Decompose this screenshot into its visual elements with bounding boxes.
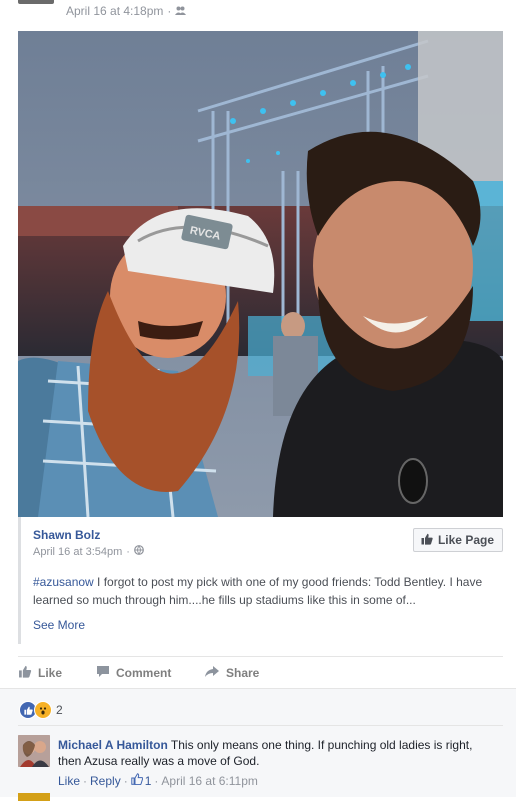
shared-post: Shawn Bolz April 16 at 3:54pm · Like Pag… (18, 517, 503, 644)
comment-reply-link[interactable]: Reply (90, 774, 121, 788)
comment-actions: Like · Reply · 1 · April 16 at 6:11pm (58, 773, 258, 788)
globe-icon (134, 545, 144, 558)
reaction-count: 2 (56, 703, 63, 717)
poster-avatar[interactable] (18, 0, 54, 4)
shared-author-link[interactable]: Shawn Bolz (33, 528, 100, 542)
next-commenter-avatar[interactable] (18, 793, 50, 801)
commenter-name-link[interactable]: Michael A Hamilton (58, 738, 168, 752)
like-page-label: Like Page (437, 533, 494, 547)
shared-photo[interactable]: RVCA (18, 31, 503, 517)
share-button[interactable]: Share (204, 664, 259, 682)
comment-icon (96, 665, 110, 681)
post-timestamp[interactable]: April 16 at 4:18pm (66, 4, 163, 18)
see-more-link[interactable]: See More (33, 618, 85, 632)
share-icon (204, 665, 220, 681)
comment-body: Michael A Hamilton This only means one t… (58, 737, 498, 769)
comment-like-link[interactable]: Like (58, 774, 80, 788)
comment-timestamp[interactable]: April 16 at 6:11pm (161, 774, 258, 788)
reactions-summary[interactable]: 2 (19, 701, 63, 719)
like-button[interactable]: Like (18, 664, 96, 682)
friends-icon[interactable] (175, 4, 187, 18)
like-page-button[interactable]: Like Page (412, 528, 503, 552)
comment-like-count[interactable]: 1 (131, 773, 151, 788)
thumbs-up-icon (421, 533, 433, 548)
shared-timestamp[interactable]: April 16 at 3:54pm (33, 546, 122, 558)
hashtag-link[interactable]: #azusanow (33, 575, 94, 589)
comments-section: 2 Michael A Hamilton This only means one… (0, 688, 516, 801)
shared-meta: April 16 at 3:54pm · (33, 545, 144, 558)
commenter-avatar[interactable] (18, 735, 50, 767)
divider (18, 656, 503, 657)
thumbs-up-icon (18, 665, 32, 681)
comment-button[interactable]: Comment (96, 664, 204, 682)
thumbs-up-icon (131, 773, 143, 788)
divider (18, 725, 503, 726)
post-actions: Like Comment Share (18, 664, 259, 682)
post-meta: April 16 at 4:18pm · (66, 4, 187, 18)
shared-post-text: #azusanow I forgot to post my pick with … (33, 575, 483, 607)
wow-reaction-icon (34, 701, 52, 719)
